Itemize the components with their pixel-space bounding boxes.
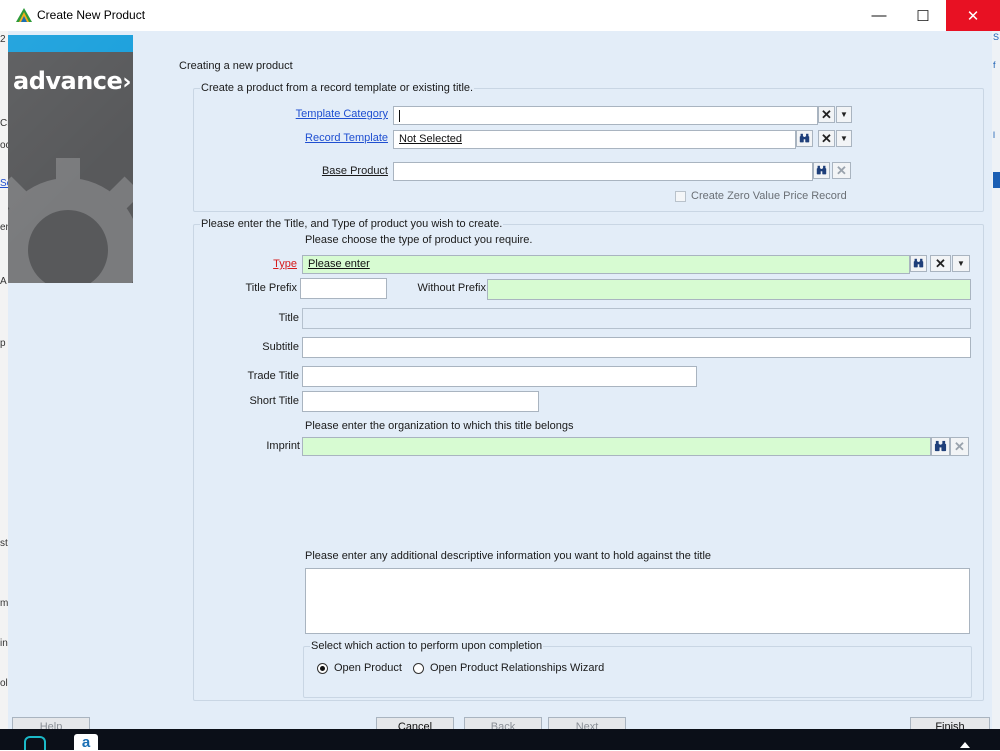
completion-group — [303, 646, 972, 698]
title-input — [302, 308, 971, 329]
subtitle-input[interactable] — [302, 337, 971, 358]
type-label[interactable]: Type — [200, 258, 297, 270]
strip-text: ol — [0, 678, 8, 689]
text-caret — [399, 110, 400, 122]
imprint-input[interactable] — [302, 437, 931, 456]
title-prefix-input[interactable] — [300, 278, 387, 299]
short-title-label: Short Title — [249, 395, 299, 407]
strip-text: f — [993, 60, 996, 70]
open-relationships-label[interactable]: Open Product Relationships Wizard — [430, 662, 604, 674]
without-prefix-input[interactable] — [487, 279, 971, 300]
trade-title-input[interactable] — [302, 366, 697, 387]
chevron-down-icon[interactable]: ▼ — [836, 106, 852, 123]
base-product-input[interactable] — [393, 162, 813, 181]
strip-text: l — [993, 130, 995, 140]
binoculars-icon[interactable] — [931, 437, 950, 456]
chevron-down-icon[interactable]: ▼ — [952, 255, 970, 272]
strip-text: p — [0, 338, 6, 349]
without-prefix-label: Without Prefix — [417, 282, 486, 294]
clear-x-icon[interactable]: ✕ — [832, 162, 851, 179]
type-input[interactable]: Please enter — [302, 255, 910, 274]
window-titlebar — [0, 0, 1000, 31]
record-template-input[interactable]: Not Selected — [393, 130, 796, 149]
window-title: Create New Product — [37, 8, 146, 22]
advance-banner: advance› — [8, 35, 133, 283]
trade-title-label: Trade Title — [247, 370, 299, 382]
completion-legend: Select which action to perform upon comp… — [310, 640, 544, 652]
open-product-label[interactable]: Open Product — [334, 662, 402, 674]
os-taskbar — [0, 729, 1000, 750]
record-template-label[interactable]: Record Template — [260, 132, 388, 144]
taskbar-advance-icon[interactable]: a — [74, 734, 98, 751]
binoculars-icon[interactable] — [796, 130, 813, 147]
template-category-input[interactable] — [393, 106, 818, 125]
strip-accent — [993, 172, 1000, 188]
binoculars-icon[interactable] — [813, 162, 830, 179]
clear-x-icon[interactable]: ✕ — [818, 106, 835, 123]
taskbar-app-icon[interactable] — [24, 736, 46, 750]
maximize-button[interactable]: ☐ — [900, 0, 946, 31]
title-label: Title — [278, 312, 299, 324]
tray-chevron-up-icon[interactable] — [960, 742, 970, 748]
strip-text: S — [993, 32, 1000, 42]
zero-price-label: Create Zero Value Price Record — [691, 190, 847, 202]
minimize-button[interactable]: — — [856, 0, 902, 31]
short-title-input[interactable] — [302, 391, 539, 412]
strip-text: A — [0, 276, 7, 287]
type-hint: Please choose the type of product you re… — [305, 234, 533, 246]
clear-x-icon[interactable]: ✕ — [930, 255, 951, 272]
title-group-legend: Please enter the Title, and Type of prod… — [200, 218, 504, 230]
strip-text: in — [0, 638, 8, 649]
strip-text: st — [0, 538, 8, 549]
open-relationships-radio[interactable] — [413, 663, 424, 674]
subtitle-label: Subtitle — [262, 341, 299, 353]
close-window-button[interactable]: ✕ — [946, 0, 1000, 31]
title-prefix-label: Title Prefix — [245, 282, 297, 294]
description-textarea[interactable] — [305, 568, 970, 634]
description-hint: Please enter any additional descriptive … — [305, 550, 712, 562]
binoculars-icon[interactable] — [910, 255, 927, 272]
zero-price-checkbox[interactable] — [675, 191, 686, 202]
banner-shade — [8, 35, 133, 283]
open-product-radio[interactable] — [317, 663, 328, 674]
page-heading: Creating a new product — [179, 60, 293, 72]
imprint-label: Imprint — [266, 440, 300, 452]
clear-x-icon[interactable]: ✕ — [818, 130, 835, 147]
base-product-label: Base Product — [321, 165, 388, 177]
clear-x-icon[interactable]: ✕ — [950, 437, 969, 456]
template-group-legend: Create a product from a record template … — [200, 82, 475, 94]
chevron-down-icon[interactable]: ▼ — [836, 130, 852, 147]
organization-hint: Please enter the organization to which t… — [305, 420, 574, 432]
app-logo-icon — [16, 8, 32, 22]
strip-text: 2 — [0, 34, 6, 45]
template-category-label[interactable]: Template Category — [260, 108, 388, 120]
